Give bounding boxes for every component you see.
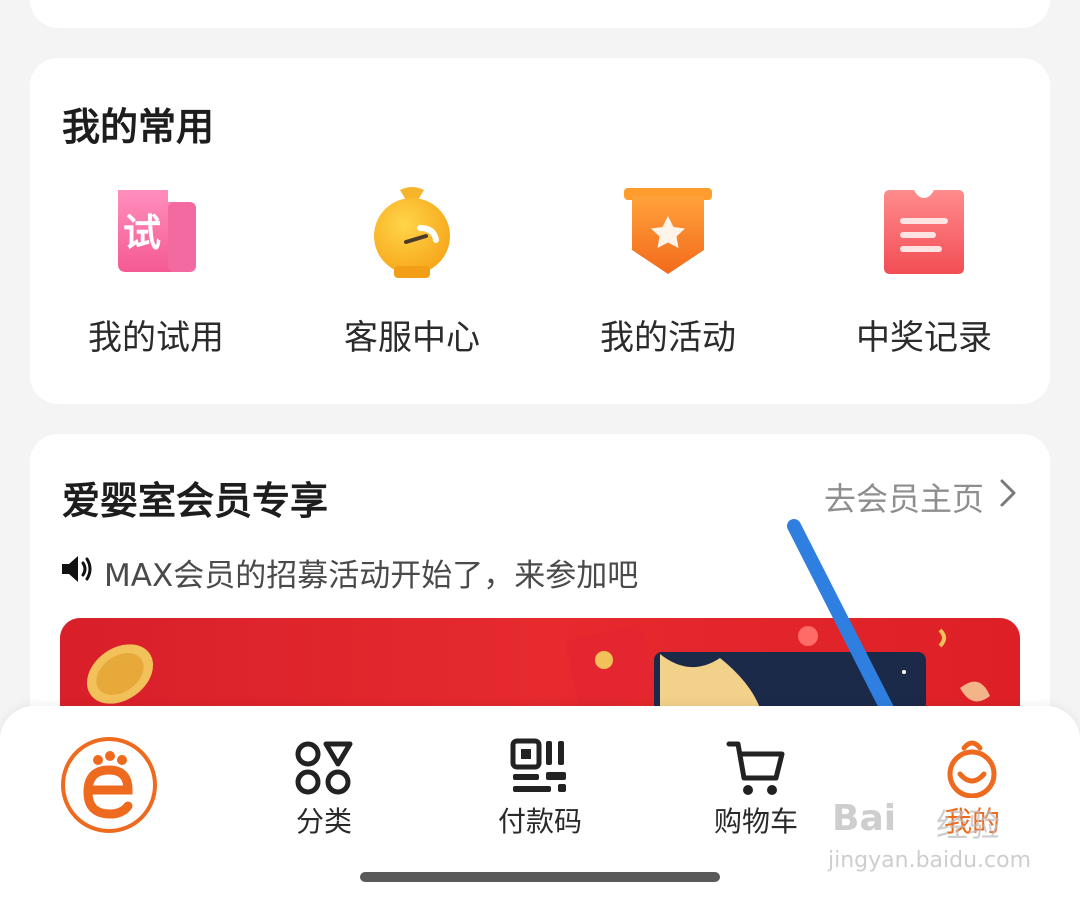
- tab-category-label: 分类: [295, 805, 352, 838]
- shortcut-prize-record-label: 中奖记录: [856, 318, 992, 358]
- red-envelope-image: [566, 626, 656, 710]
- chevron-right-icon: [998, 477, 1018, 517]
- tab-category[interactable]: 分类: [234, 732, 414, 842]
- member-notice[interactable]: MAX会员的招募活动开始了，来参加吧: [60, 550, 638, 595]
- member-notice-text: MAX会员的招募活动开始了，来参加吧: [104, 558, 639, 594]
- watermark-brand: Bai: [832, 798, 897, 839]
- shortcut-prize-record[interactable]: 中奖记录: [824, 182, 1024, 372]
- member-home-link-label: 去会员主页: [823, 480, 984, 518]
- tab-payment-code[interactable]: 付款码: [450, 732, 630, 842]
- common-tools-title: 我的常用: [62, 105, 215, 149]
- home-indicator[interactable]: [360, 872, 720, 882]
- prize-record-icon: [874, 182, 974, 282]
- shortcut-customer-service[interactable]: 客服中心: [312, 182, 512, 372]
- shortcut-my-activity-label: 我的活动: [600, 318, 736, 358]
- customer-service-icon: [362, 182, 462, 282]
- shortcut-my-trial[interactable]: 试 我的试用: [56, 182, 256, 372]
- speaker-icon: [60, 554, 94, 592]
- common-tools-card: 我的常用 试 我的试用 客服中心 我的活动 中奖记录: [30, 58, 1050, 404]
- payment-code-icon: [510, 738, 570, 798]
- member-home-link[interactable]: 去会员主页: [824, 474, 1018, 520]
- shortcut-customer-service-label: 客服中心: [344, 318, 480, 358]
- tab-payment-code-label: 付款码: [497, 805, 582, 838]
- watermark-url: jingyan.baidu.com: [828, 848, 1032, 873]
- trial-icon: 试: [106, 182, 206, 282]
- activity-badge-icon: [618, 182, 718, 282]
- shortcut-my-trial-label: 我的试用: [88, 318, 224, 358]
- watermark-brand-suffix: 经验: [936, 806, 1001, 844]
- baidu-jingyan-watermark: Bai 经验 jingyan.baidu.com: [826, 788, 1031, 884]
- home-logo-icon[interactable]: [58, 734, 160, 836]
- tab-cart-label: 购物车: [713, 805, 798, 838]
- gold-coin-image: [86, 644, 154, 704]
- top-card: [30, 0, 1050, 28]
- shortcut-my-activity[interactable]: 我的活动: [568, 182, 768, 372]
- category-icon: [294, 738, 354, 798]
- cart-icon: [726, 738, 786, 798]
- member-title: 爱婴室会员专享: [62, 479, 329, 523]
- svg-text:试: 试: [123, 211, 161, 255]
- tab-cart[interactable]: 购物车: [666, 732, 846, 842]
